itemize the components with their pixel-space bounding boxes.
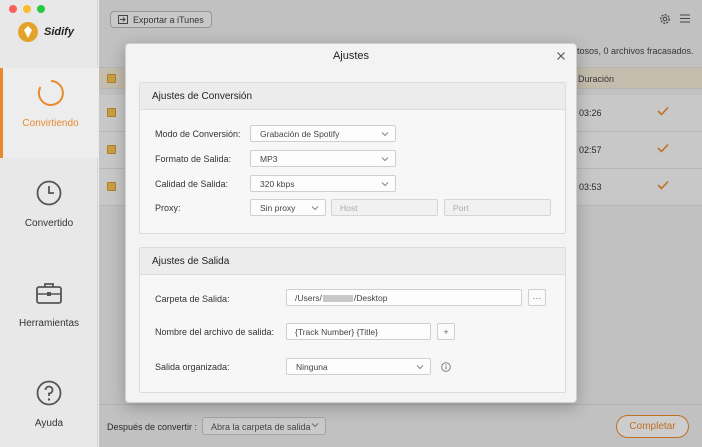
proxy-value: Sin proxy [260, 203, 296, 213]
proxy-host-input[interactable]: Host [331, 199, 438, 216]
output-folder-prefix: /Users/ [295, 293, 322, 303]
converting-icon [37, 80, 64, 106]
conversion-mode-value: Grabación de Spotify [260, 129, 340, 139]
proxy-select[interactable]: Sin proxy [250, 199, 326, 216]
sidebar-item-help[interactable]: Ayuda [0, 368, 98, 447]
output-format-select[interactable]: MP3 [250, 150, 396, 167]
settings-dialog: Ajustes Ajustes de Conversión Modo de Co… [125, 43, 577, 403]
sidebar-item-converted[interactable]: Convertido [0, 168, 98, 258]
add-filename-tag-button[interactable]: + [437, 323, 455, 340]
browse-folder-button[interactable]: ··· [528, 289, 546, 306]
chevron-down-icon [311, 206, 319, 211]
app-name: Sidify [44, 26, 74, 38]
redacted-username [322, 295, 353, 303]
output-folder-input[interactable]: /Users/ /Desktop [286, 289, 522, 306]
sidify-logo-icon [18, 22, 38, 42]
chevron-down-icon [381, 182, 389, 187]
mode-label: Modo de Conversión: [155, 129, 241, 139]
proxy-label: Proxy: [155, 203, 181, 213]
organized-output-value: Ninguna [296, 362, 328, 372]
sidebar-item-label: Ayuda [34, 418, 64, 429]
output-quality-value: 320 kbps [260, 179, 295, 189]
close-window-button[interactable] [9, 5, 17, 13]
sidebar-item-label: Convirtiendo [22, 118, 79, 129]
close-icon[interactable] [556, 51, 566, 61]
conversion-settings-panel: Ajustes de Conversión Modo de Conversión… [139, 82, 566, 234]
window-controls [9, 5, 45, 13]
help-icon [36, 380, 62, 406]
minimize-window-button[interactable] [23, 5, 31, 13]
zoom-window-button[interactable] [37, 5, 45, 13]
output-folder-label: Carpeta de Salida: [155, 294, 230, 304]
chevron-down-icon [381, 157, 389, 162]
chevron-down-icon [416, 365, 424, 370]
quality-label: Calidad de Salida: [155, 179, 229, 189]
sidebar-item-label: Convertido [24, 218, 74, 229]
proxy-port-input[interactable]: Port [444, 199, 551, 216]
organized-output-label: Salida organizada: [155, 362, 230, 372]
output-filename-input[interactable]: {Track Number} {Title} [286, 323, 431, 340]
info-icon[interactable] [441, 362, 451, 372]
output-settings-panel: Ajustes de Salida Carpeta de Salida: /Us… [139, 247, 566, 393]
sidebar-item-tools[interactable]: Herramientas [0, 268, 98, 358]
sidebar-item-converting[interactable]: Convirtiendo [0, 68, 98, 158]
output-settings-heading: Ajustes de Salida [140, 248, 565, 275]
output-folder-suffix: /Desktop [353, 293, 388, 303]
output-quality-select[interactable]: 320 kbps [250, 175, 396, 192]
organized-output-select[interactable]: Ninguna [286, 358, 431, 375]
filename-label: Nombre del archivo de salida: [155, 327, 275, 337]
chevron-down-icon [381, 132, 389, 137]
sidebar-item-label: Herramientas [18, 318, 80, 329]
output-format-value: MP3 [260, 154, 278, 164]
dialog-title: Ajustes [332, 50, 370, 62]
sidebar: Sidify Convirtiendo Convertido Herramien… [0, 0, 98, 447]
conversion-mode-select[interactable]: Grabación de Spotify [250, 125, 396, 142]
brand: Sidify [18, 22, 74, 42]
format-label: Formato de Salida: [155, 154, 232, 164]
conversion-settings-heading: Ajustes de Conversión [140, 83, 565, 110]
toolbox-icon [36, 283, 62, 304]
clock-icon [36, 180, 62, 206]
